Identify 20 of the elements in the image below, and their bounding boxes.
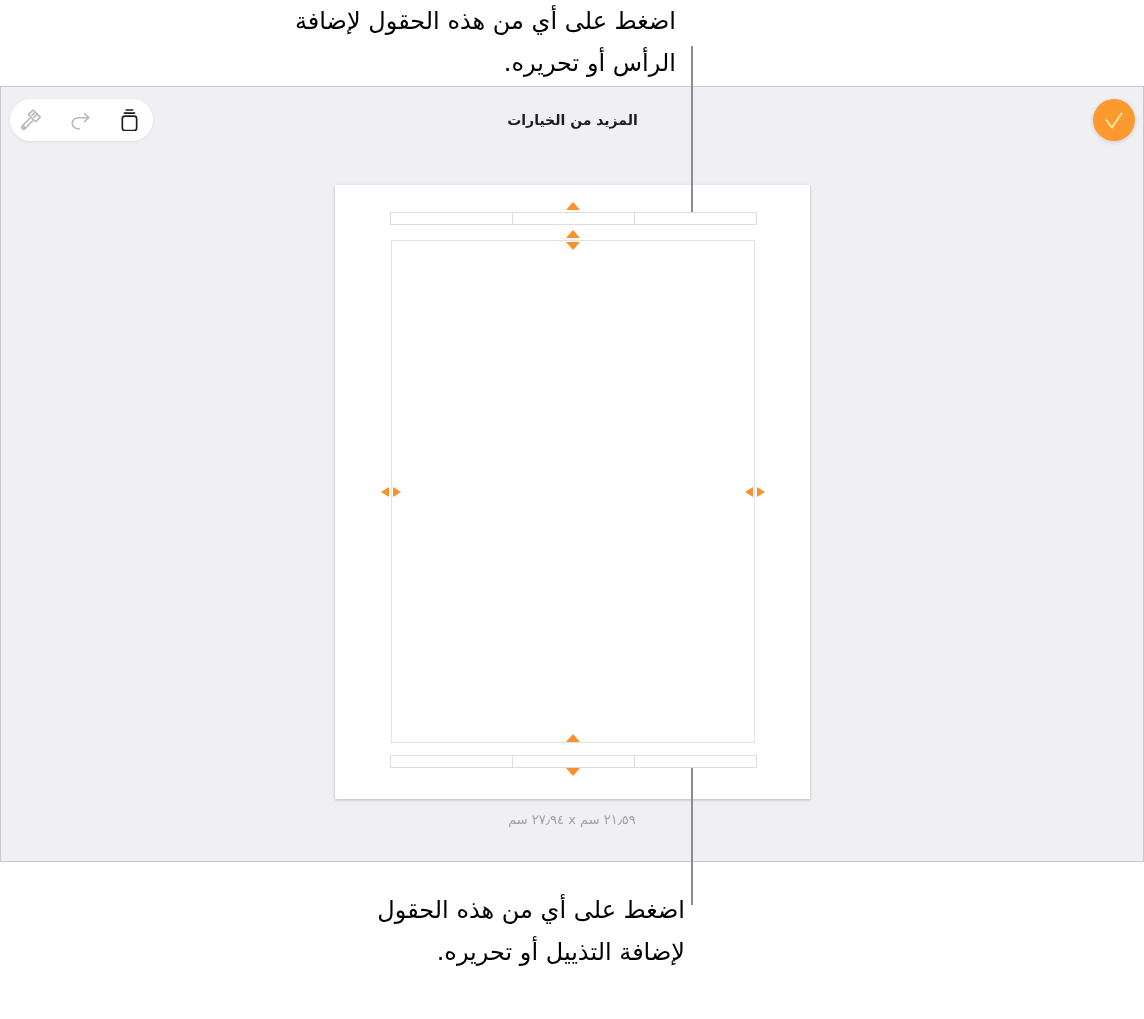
callout-text: اضغط على أي من هذه الحقول لإضافة الرأس أو تحريره. bbox=[293, 4, 676, 79]
left-right-triangles-icon[interactable] bbox=[380, 487, 401, 497]
done-button[interactable] bbox=[1093, 99, 1135, 141]
up-triangle-icon[interactable] bbox=[565, 734, 580, 742]
page-size-label: ٢١٫٥٩ سم x ٢٧٫٩٤ سم bbox=[508, 812, 636, 828]
callout-text: اضغط على أي من هذه الحقول لإضافة التذييل أو تحريره. bbox=[376, 893, 685, 968]
body-area[interactable] bbox=[390, 240, 755, 743]
header-field[interactable] bbox=[389, 212, 513, 225]
down-triangle-icon[interactable] bbox=[565, 768, 580, 776]
header-field[interactable] bbox=[633, 212, 757, 225]
footer-field[interactable] bbox=[389, 755, 513, 768]
left-right-triangles-icon[interactable] bbox=[744, 487, 765, 497]
paintbrush-icon bbox=[19, 109, 42, 131]
screen-title: المزيد من الخيارات bbox=[507, 112, 638, 128]
up-triangle-icon[interactable] bbox=[565, 202, 580, 210]
checkmark-icon bbox=[1105, 111, 1123, 129]
up-down-triangles-icon[interactable] bbox=[565, 230, 580, 250]
header-field[interactable] bbox=[511, 212, 635, 225]
footer-field[interactable] bbox=[511, 755, 635, 768]
footer-field[interactable] bbox=[633, 755, 757, 768]
